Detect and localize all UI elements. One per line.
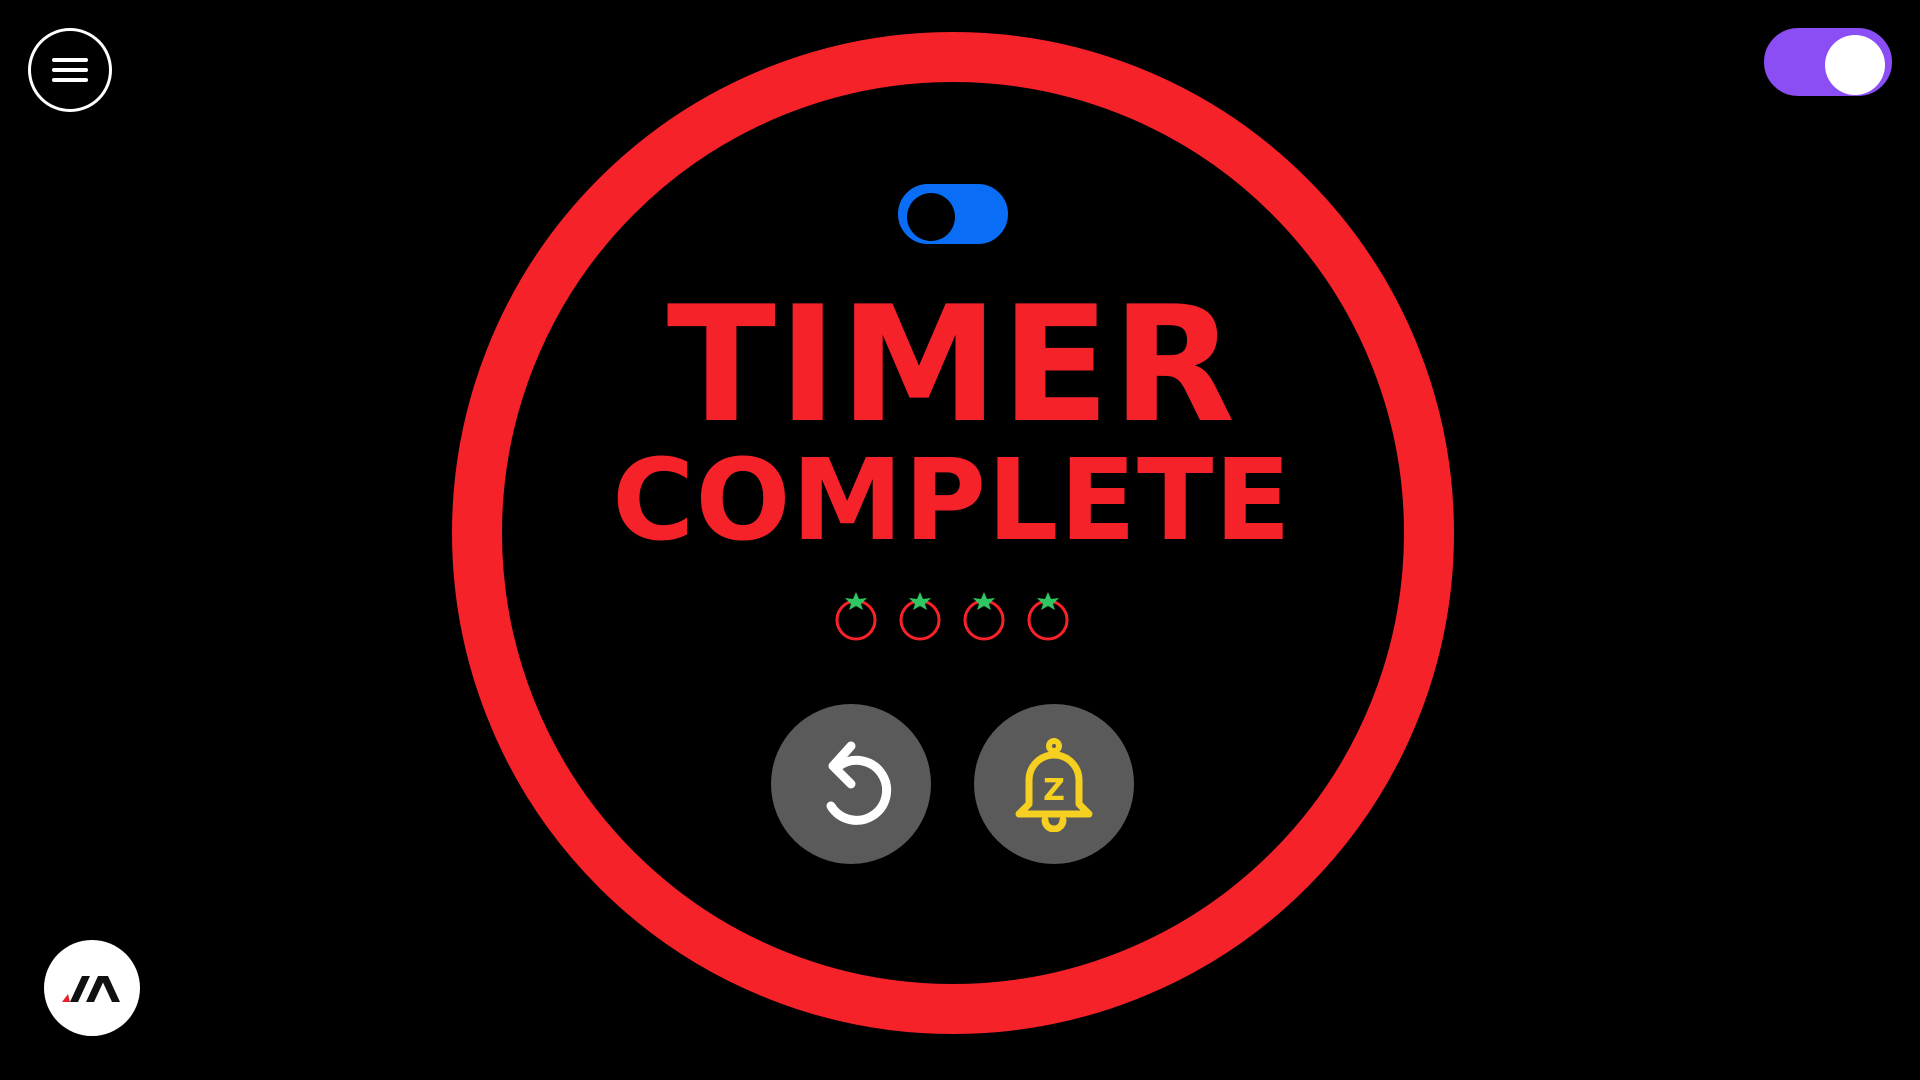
mode-switch-knob bbox=[907, 193, 955, 241]
snooze-bell-icon: Z bbox=[1015, 738, 1093, 832]
restart-icon bbox=[826, 741, 892, 825]
theme-toggle[interactable] bbox=[1764, 28, 1892, 96]
snooze-button[interactable]: Z bbox=[974, 704, 1134, 864]
theme-toggle-knob bbox=[1825, 35, 1885, 95]
menu-button[interactable] bbox=[28, 28, 112, 112]
svg-text:Z: Z bbox=[1043, 773, 1065, 808]
restart-button[interactable] bbox=[771, 704, 931, 864]
timer-status-title: TIMER bbox=[666, 271, 1238, 458]
tomato-icon bbox=[963, 592, 1005, 641]
timer-status-subtitle: COMPLETE bbox=[612, 436, 1292, 566]
timer-app: TIMER COMPLETE Z bbox=[0, 0, 1920, 1080]
completed-pomodoros bbox=[832, 588, 1072, 644]
tomato-icon bbox=[835, 592, 877, 641]
hamburger-menu-icon bbox=[52, 58, 88, 82]
brand-logo[interactable] bbox=[44, 940, 140, 1036]
tomato-icon bbox=[1027, 592, 1069, 641]
mode-switch[interactable] bbox=[898, 184, 1008, 244]
brand-logo-icon bbox=[62, 976, 120, 1002]
tomato-icon bbox=[899, 592, 941, 641]
